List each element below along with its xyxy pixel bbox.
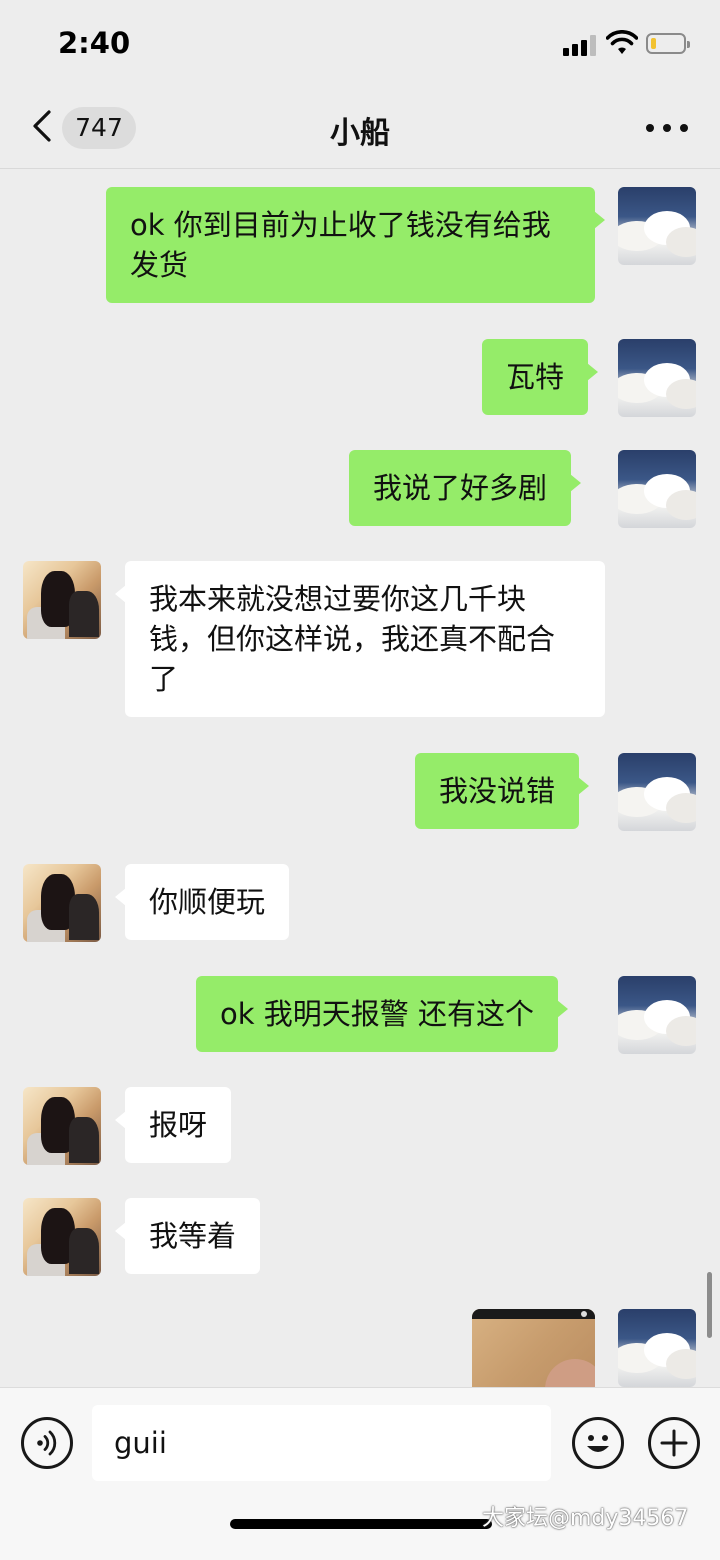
contact-avatar[interactable]	[23, 1198, 101, 1276]
wifi-icon	[606, 30, 638, 54]
my-avatar[interactable]	[618, 450, 696, 528]
message-bubble-incoming[interactable]: 报呀	[114, 1087, 232, 1163]
contact-avatar[interactable]	[23, 561, 101, 639]
message-bubble-incoming[interactable]: 我本来就没想过要你这几千块钱，但你这样说，我还真不配合了	[115, 561, 605, 717]
message-list[interactable]: ok 你到目前为止收了钱没有给我发货 瓦特 我说了好多剧 我本来就没想过要你这几…	[0, 169, 720, 1387]
emoji-icon[interactable]	[572, 1417, 624, 1469]
watermark-text: 大家坛@mdy34567	[482, 1506, 689, 1531]
contact-avatar[interactable]	[23, 1087, 101, 1165]
input-bar: guii 大家坛@mdy34567	[0, 1387, 720, 1560]
plus-icon[interactable]	[648, 1417, 700, 1469]
voice-icon[interactable]	[21, 1417, 73, 1469]
message-bubble-outgoing[interactable]: ok 你到目前为止收了钱没有给我发货	[106, 187, 605, 303]
my-avatar[interactable]	[618, 1309, 696, 1387]
status-time: 2:40	[58, 26, 131, 60]
message-bubble-outgoing[interactable]: 我说了好多剧	[349, 450, 582, 526]
contact-avatar[interactable]	[23, 864, 101, 942]
message-bubble-outgoing[interactable]: 瓦特	[482, 339, 599, 415]
battery-icon	[646, 33, 690, 54]
message-bubble-incoming[interactable]: 我等着	[114, 1198, 261, 1274]
home-indicator[interactable]	[230, 1519, 492, 1529]
more-dots-icon[interactable]	[646, 124, 690, 134]
my-avatar[interactable]	[618, 976, 696, 1054]
chat-title: 小船	[330, 116, 390, 151]
message-bubble-incoming[interactable]: 你顺便玩	[114, 864, 290, 940]
message-input[interactable]: guii	[92, 1405, 551, 1481]
my-avatar[interactable]	[618, 753, 696, 831]
message-bubble-outgoing[interactable]: 我没说错	[415, 753, 590, 829]
image-message[interactable]	[472, 1309, 595, 1387]
scrollbar[interactable]	[707, 1272, 712, 1338]
cellular-signal-icon	[563, 34, 599, 56]
message-bubble-outgoing[interactable]: ok 我明天报警 还有这个	[196, 976, 568, 1052]
status-bar: 2:40	[0, 0, 720, 90]
my-avatar[interactable]	[618, 339, 696, 417]
chat-header: 747 小船	[0, 90, 720, 169]
my-avatar[interactable]	[618, 187, 696, 265]
